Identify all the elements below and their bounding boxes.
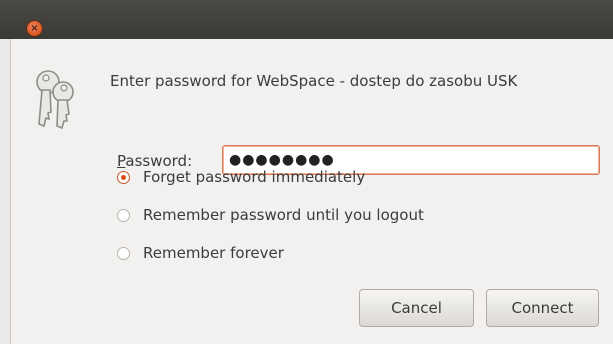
title-bar: ×: [0, 0, 613, 39]
option-remember-forever[interactable]: Remember forever: [117, 244, 284, 262]
prompt-text: Enter password for WebSpace - dostep do …: [110, 72, 518, 90]
keys-icon: [36, 70, 74, 130]
option-label: Remember forever: [143, 244, 284, 262]
option-label: Forget password immediately: [143, 168, 366, 186]
radio-forget-immediately[interactable]: [117, 170, 130, 184]
radio-remember-forever[interactable]: [117, 246, 130, 260]
option-label: Remember password until you logout: [143, 206, 424, 224]
close-icon[interactable]: ×: [27, 21, 42, 36]
cancel-button[interactable]: Cancel: [359, 289, 474, 327]
window-edge: [0, 39, 11, 344]
option-forget-immediately[interactable]: Forget password immediately: [117, 168, 365, 186]
radio-remember-until-logout[interactable]: [117, 208, 130, 222]
option-remember-until-logout[interactable]: Remember password until you logout: [117, 206, 424, 224]
connect-button[interactable]: Connect: [486, 289, 599, 327]
